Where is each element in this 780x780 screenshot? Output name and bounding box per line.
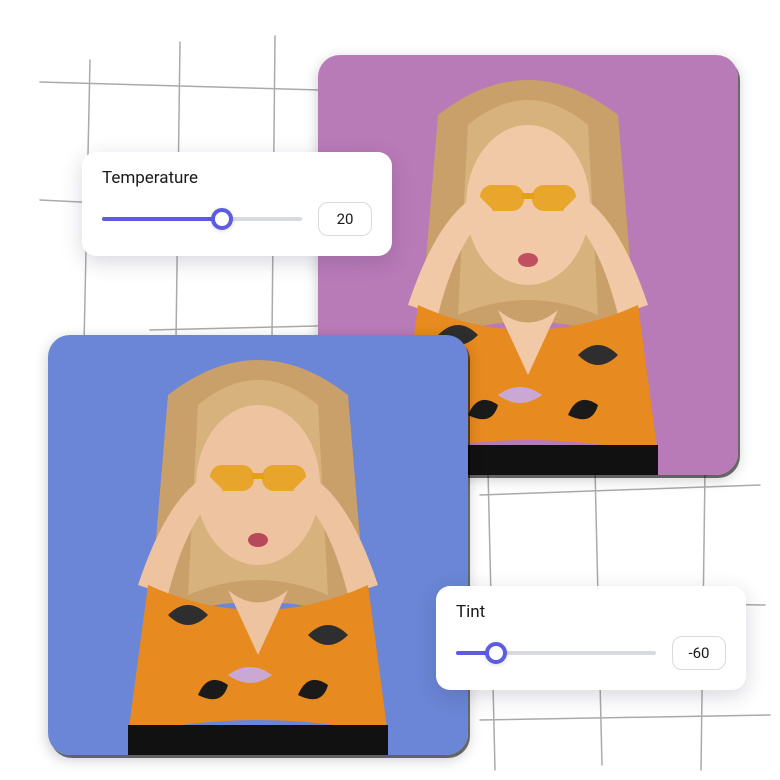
photo-preview-cool — [48, 335, 468, 755]
tint-panel: Tint -60 — [436, 586, 746, 690]
temperature-slider-fill — [102, 217, 222, 221]
temperature-panel: Temperature 20 — [82, 152, 392, 256]
temperature-slider[interactable] — [102, 207, 302, 231]
tint-label: Tint — [456, 602, 726, 622]
temperature-value[interactable]: 20 — [318, 202, 372, 236]
tint-slider[interactable] — [456, 641, 656, 665]
tint-slider-thumb[interactable] — [485, 642, 507, 664]
tint-value[interactable]: -60 — [672, 636, 726, 670]
temperature-label: Temperature — [102, 168, 372, 188]
temperature-slider-thumb[interactable] — [211, 208, 233, 230]
